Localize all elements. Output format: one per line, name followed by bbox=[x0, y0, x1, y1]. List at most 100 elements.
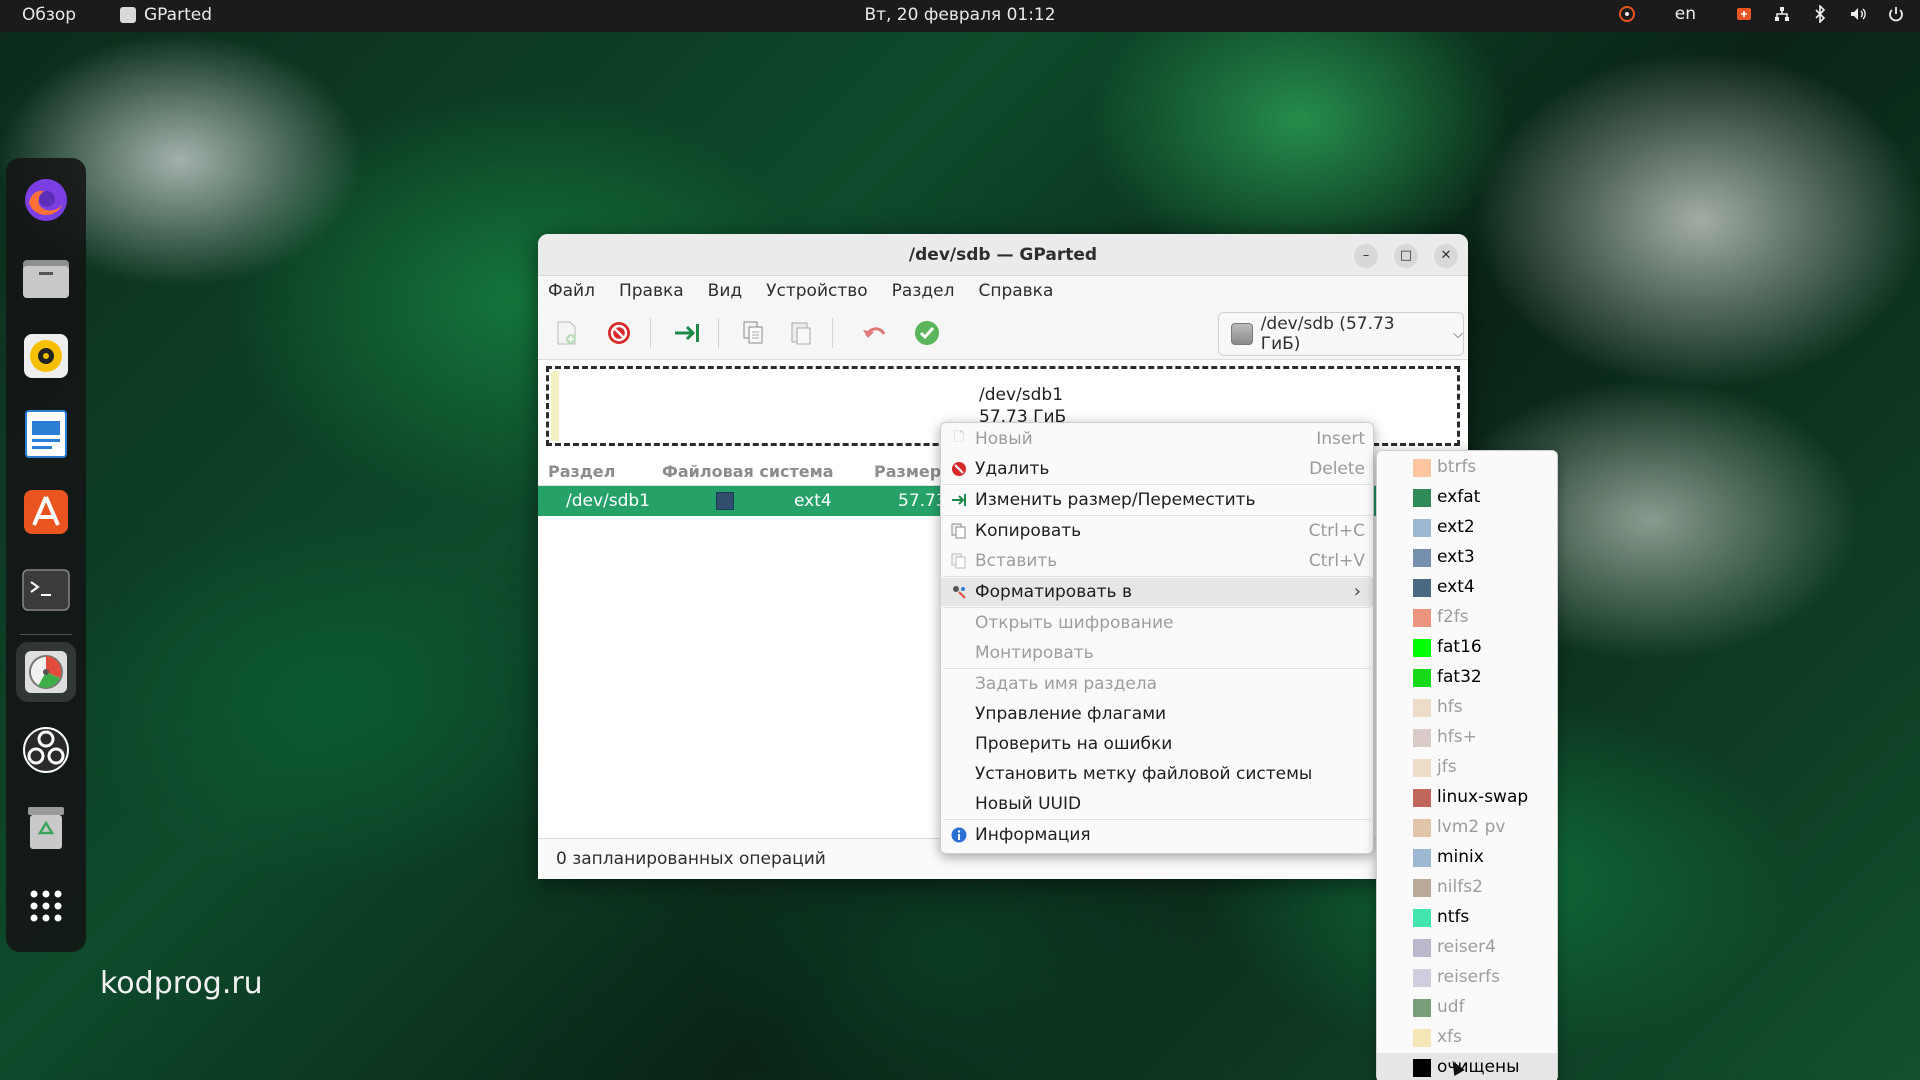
menu-item-resize-move[interactable]: Изменить размер/Переместить bbox=[941, 486, 1373, 514]
format-option-ntfs[interactable]: ntfs bbox=[1377, 903, 1557, 933]
gparted-icon[interactable] bbox=[16, 642, 76, 702]
power-icon[interactable] bbox=[1886, 4, 1906, 24]
menu-view[interactable]: Вид bbox=[708, 281, 742, 301]
format-option-reiserfs[interactable]: reiserfs bbox=[1377, 963, 1557, 993]
filesystem-color-swatch bbox=[1413, 459, 1431, 477]
menu-item-information[interactable]: Информация bbox=[941, 821, 1373, 849]
format-option-label: nilfs2 bbox=[1437, 877, 1483, 897]
watermark-text: kodprog.ru bbox=[100, 966, 263, 1001]
format-option-ext3[interactable]: ext3 bbox=[1377, 543, 1557, 573]
keyboard-layout[interactable]: en bbox=[1675, 4, 1696, 24]
bluetooth-icon[interactable] bbox=[1810, 4, 1830, 24]
partition-context-menu: 🗋 Новый Insert Удалить Delete Изменить р… bbox=[940, 422, 1374, 854]
menu-help[interactable]: Справка bbox=[978, 281, 1053, 301]
menu-device[interactable]: Устройство bbox=[766, 281, 868, 301]
format-option-label: linux-swap bbox=[1437, 787, 1529, 807]
activities-button[interactable]: Обзор bbox=[22, 5, 76, 25]
menu-item-set-name[interactable]: Задать имя раздела bbox=[941, 670, 1373, 698]
format-option-fat32[interactable]: fat32 bbox=[1377, 663, 1557, 693]
format-option-f2fs[interactable]: f2fs bbox=[1377, 603, 1557, 633]
toolbar-separator bbox=[650, 318, 651, 348]
format-option-hfs-[interactable]: hfs+ bbox=[1377, 723, 1557, 753]
column-size[interactable]: Размер bbox=[874, 462, 941, 481]
format-option-label: ext2 bbox=[1437, 517, 1475, 537]
format-option-exfat[interactable]: exfat bbox=[1377, 483, 1557, 513]
menu-edit[interactable]: Правка bbox=[619, 281, 684, 301]
app-grid-icon[interactable] bbox=[16, 876, 76, 936]
filesystem-color-swatch bbox=[1413, 789, 1431, 807]
chevron-down-icon: ⌵ bbox=[1453, 326, 1463, 342]
app-name: GParted bbox=[144, 5, 212, 25]
menu-item-manage-flags[interactable]: Управление флагами bbox=[941, 700, 1373, 728]
new-partition-icon[interactable] bbox=[550, 316, 584, 350]
minimize-icon[interactable]: – bbox=[1354, 244, 1378, 268]
menu-item-label: Информация bbox=[975, 825, 1091, 845]
format-option-ext4[interactable]: ext4 bbox=[1377, 573, 1557, 603]
format-option-label: minix bbox=[1437, 847, 1484, 867]
format-option-linux-swap[interactable]: linux-swap bbox=[1377, 783, 1557, 813]
menu-item-delete[interactable]: Удалить Delete bbox=[941, 455, 1373, 483]
paste-icon bbox=[951, 553, 967, 569]
format-option-lvm2-pv[interactable]: lvm2 pv bbox=[1377, 813, 1557, 843]
menu-item-label: Вставить bbox=[975, 551, 1058, 571]
format-option-label: xfs bbox=[1437, 1027, 1462, 1047]
network-icon[interactable] bbox=[1772, 4, 1792, 24]
writer-icon[interactable] bbox=[16, 404, 76, 464]
format-option-ext2[interactable]: ext2 bbox=[1377, 513, 1557, 543]
menu-item-mount[interactable]: Монтировать bbox=[941, 639, 1373, 667]
copy-icon[interactable] bbox=[736, 316, 770, 350]
rhythmbox-icon[interactable] bbox=[16, 326, 76, 386]
format-option-hfs[interactable]: hfs bbox=[1377, 693, 1557, 723]
menu-item-check[interactable]: Проверить на ошибки bbox=[941, 730, 1373, 758]
close-icon[interactable]: ✕ bbox=[1434, 244, 1458, 268]
app-center-icon[interactable] bbox=[16, 482, 76, 542]
column-filesystem[interactable]: Файловая система bbox=[662, 462, 834, 481]
system-tray: en bbox=[1617, 4, 1906, 24]
apply-icon[interactable] bbox=[910, 316, 944, 350]
files-icon[interactable] bbox=[16, 248, 76, 308]
menu-item-copy[interactable]: Копировать Ctrl+C bbox=[941, 517, 1373, 545]
delete-icon[interactable] bbox=[602, 316, 636, 350]
format-option-reiser4[interactable]: reiser4 bbox=[1377, 933, 1557, 963]
maximize-icon[interactable]: □ bbox=[1394, 244, 1418, 268]
window-titlebar[interactable]: /dev/sdb — GParted – □ ✕ bbox=[538, 234, 1468, 276]
paste-icon[interactable] bbox=[784, 316, 818, 350]
format-option-label: reiserfs bbox=[1437, 967, 1500, 987]
menu-item-label: Монтировать bbox=[975, 643, 1094, 663]
update-icon[interactable] bbox=[1734, 4, 1754, 24]
menu-item-label: Управление флагами bbox=[975, 704, 1167, 724]
format-option-label: jfs bbox=[1437, 757, 1457, 777]
format-option-nilfs2[interactable]: nilfs2 bbox=[1377, 873, 1557, 903]
filesystem-color-swatch bbox=[1413, 849, 1431, 867]
menu-item-open-encryption[interactable]: Открыть шифрование bbox=[941, 609, 1373, 637]
format-option-очищены[interactable]: очищены bbox=[1377, 1053, 1557, 1080]
firefox-icon[interactable] bbox=[16, 170, 76, 230]
format-option-label: exfat bbox=[1437, 487, 1481, 507]
menu-item-accel: Insert bbox=[1316, 429, 1365, 449]
menu-item-new[interactable]: 🗋 Новый Insert bbox=[941, 425, 1373, 453]
ubuntu-icon[interactable] bbox=[1617, 4, 1637, 24]
format-option-jfs[interactable]: jfs bbox=[1377, 753, 1557, 783]
menu-item-set-label[interactable]: Установить метку файловой системы bbox=[941, 760, 1373, 788]
resize-move-icon bbox=[951, 492, 967, 508]
format-option-btrfs[interactable]: btrfs bbox=[1377, 453, 1557, 483]
dock bbox=[6, 158, 86, 952]
device-selector[interactable]: /dev/sdb (57.73 ГиБ) ⌵ bbox=[1218, 312, 1464, 356]
menu-item-paste[interactable]: Вставить Ctrl+V bbox=[941, 547, 1373, 575]
menu-item-new-uuid[interactable]: Новый UUID bbox=[941, 790, 1373, 818]
obs-icon[interactable] bbox=[16, 720, 76, 780]
app-menu-button[interactable]: GParted bbox=[120, 5, 212, 25]
undo-icon[interactable] bbox=[858, 316, 892, 350]
menu-item-format-to[interactable]: Форматировать в › bbox=[941, 578, 1373, 606]
format-option-fat16[interactable]: fat16 bbox=[1377, 633, 1557, 663]
format-option-xfs[interactable]: xfs bbox=[1377, 1023, 1557, 1053]
terminal-icon[interactable] bbox=[16, 560, 76, 620]
format-option-udf[interactable]: udf bbox=[1377, 993, 1557, 1023]
trash-icon[interactable] bbox=[16, 798, 76, 858]
menu-file[interactable]: Файл bbox=[548, 281, 595, 301]
menu-partition[interactable]: Раздел bbox=[892, 281, 955, 301]
resize-move-icon[interactable] bbox=[670, 316, 704, 350]
volume-icon[interactable] bbox=[1848, 4, 1868, 24]
column-partition[interactable]: Раздел bbox=[548, 462, 615, 481]
format-option-minix[interactable]: minix bbox=[1377, 843, 1557, 873]
